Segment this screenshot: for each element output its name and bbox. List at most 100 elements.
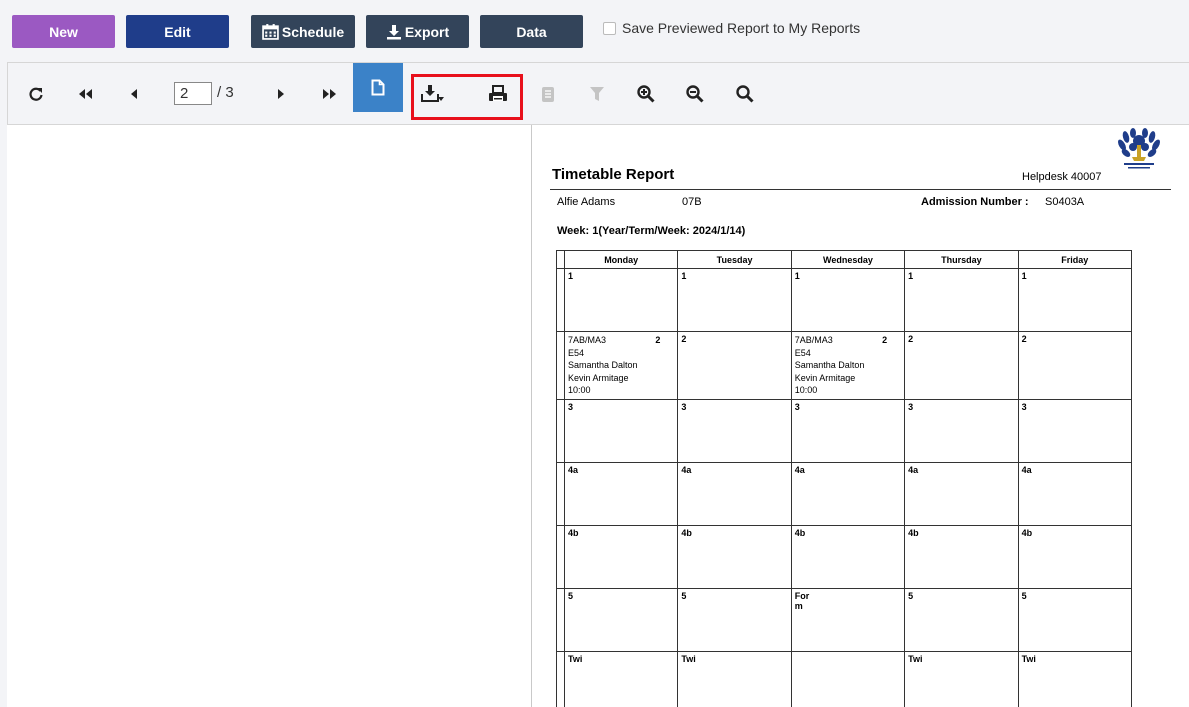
period-label: Twi <box>568 653 583 664</box>
table-row: 4b 4b 4b 4b 4b <box>556 524 1133 589</box>
report-page: Timetable Report Helpdesk 40007 Alfie Ad… <box>532 125 1189 707</box>
table-row: Twi Twi Twi Twi <box>556 650 1133 707</box>
timetable-cell: 7AB/MA3 2 E54 Samantha Dalton Kevin Armit… <box>790 331 906 400</box>
timetable-cell: Twi <box>677 650 792 707</box>
student-name: Alfie Adams <box>557 196 616 208</box>
next-page-icon <box>278 89 284 99</box>
zoom-in-button[interactable] <box>626 63 666 125</box>
zoom-out-button[interactable] <box>675 63 715 125</box>
period-label: Twi <box>681 653 696 664</box>
data-button-label: Data <box>516 23 547 40</box>
download-icon <box>386 24 401 39</box>
period-label: 2 <box>908 334 914 344</box>
page-total: / 3 <box>217 84 234 101</box>
header-gap <box>556 250 565 269</box>
lesson-teacher: Kevin Armitage <box>568 372 629 383</box>
week-label: Week: 1(Year/Term/Week: 2024/1/14) <box>557 225 746 237</box>
data-button[interactable]: Data <box>480 15 583 48</box>
period-label: 5 <box>908 590 914 601</box>
lesson-time: 10:00 <box>568 385 591 395</box>
timetable-cell: 3 <box>677 398 792 463</box>
timetable-cell: 1 <box>1017 268 1133 332</box>
period-label: 1 <box>1021 271 1027 281</box>
lesson-block: 7AB/MA3 2 E54 Samantha Dalton Kevin Armit… <box>795 334 901 397</box>
day-header: Friday <box>1017 250 1133 269</box>
lesson-teacher: Samantha Dalton <box>568 360 638 370</box>
first-page-button[interactable] <box>65 63 105 125</box>
period-label: 4a <box>1021 464 1032 475</box>
page-view-button[interactable] <box>353 63 403 112</box>
day-header: Tuesday <box>677 250 792 269</box>
admission-number-value: S0403A <box>1045 196 1085 208</box>
timetable-cell: 3 <box>904 398 1019 463</box>
next-page-button[interactable] <box>261 63 301 125</box>
timetable-cell: Twi <box>563 650 679 707</box>
edit-button-label: Edit <box>164 23 191 40</box>
schedule-button-label: Schedule <box>281 23 345 40</box>
document-map-button[interactable] <box>528 63 568 125</box>
row-gap <box>556 587 565 652</box>
calendar-icon <box>262 24 279 40</box>
last-page-button[interactable] <box>310 63 350 125</box>
period-label: 1 <box>681 271 687 281</box>
filter-icon <box>590 87 604 101</box>
period-label: 1 <box>908 271 914 281</box>
lesson-block: 7AB/MA3 2 E54 Samantha Dalton Kevin Armit… <box>568 334 674 397</box>
table-row: 4a 4a 4a 4a 4a <box>556 461 1133 526</box>
schedule-button[interactable]: Schedule <box>251 15 355 48</box>
period-label: 3 <box>681 401 687 412</box>
period-label: Twi <box>908 653 923 664</box>
timetable-cell: 4b <box>790 524 906 589</box>
admission-number-label: Admission Number : <box>921 196 1029 208</box>
period-label: For m <box>794 590 810 611</box>
document-map-icon <box>542 86 554 102</box>
new-button[interactable]: New <box>12 15 115 48</box>
edit-button[interactable]: Edit <box>126 15 229 48</box>
period-label: 1 <box>794 271 800 281</box>
timetable-cell: 5 <box>1017 587 1133 652</box>
lesson-time: 10:00 <box>794 385 818 395</box>
period-label: 4a <box>794 464 805 475</box>
previous-page-button[interactable] <box>114 63 154 125</box>
period-label: 4b <box>794 527 806 538</box>
timetable-cell: 4b <box>1017 524 1133 589</box>
timetable-header-row: Monday Tuesday Wednesday Thursday Friday <box>556 250 1133 269</box>
timetable-cell: 3 <box>790 398 906 463</box>
timetable-cell <box>790 650 906 707</box>
period-label: 3 <box>908 401 914 412</box>
highlight-box <box>411 74 523 120</box>
period-label: 1 <box>568 271 574 281</box>
save-report-checkbox[interactable]: Save Previewed Report to My Reports <box>603 20 860 36</box>
timetable-cell: 4b <box>904 524 1019 589</box>
export-button[interactable]: Export <box>366 15 469 48</box>
timetable-cell: 5 <box>677 587 792 652</box>
period-label: 4b <box>568 527 579 538</box>
refresh-button[interactable] <box>16 63 56 125</box>
lesson-period: 2 <box>882 335 888 345</box>
period-label: 2 <box>1021 334 1027 344</box>
period-label: 4a <box>908 464 919 475</box>
row-gap <box>556 398 565 463</box>
timetable-cell: 4a <box>1017 461 1133 526</box>
zoom-button[interactable] <box>725 63 765 125</box>
timetable-cell: 4a <box>677 461 792 526</box>
table-row: 3 3 3 3 3 <box>556 398 1133 463</box>
export-button-label: Export <box>404 23 450 40</box>
lesson-code: 7AB/MA3 <box>794 335 833 345</box>
page-number-input[interactable]: 2 <box>174 82 212 105</box>
school-logo-icon <box>1118 128 1160 169</box>
timetable-cell: 2 <box>904 331 1019 400</box>
filter-button[interactable] <box>577 63 617 125</box>
timetable-cell: 1 <box>790 268 906 332</box>
period-label: 5 <box>681 590 687 601</box>
period-label: 4b <box>1021 527 1033 538</box>
period-label: 3 <box>794 401 800 412</box>
timetable-cell: 1 <box>563 268 679 332</box>
timetable-cell: 4b <box>677 524 792 589</box>
timetable-cell: 1 <box>677 268 792 332</box>
zoom-in-icon <box>637 85 655 103</box>
checkbox-box[interactable] <box>603 21 616 35</box>
timetable-cell: For m <box>790 587 906 652</box>
lesson-room: E54 <box>794 347 811 358</box>
helpdesk-number: Helpdesk 40007 <box>1022 171 1102 183</box>
